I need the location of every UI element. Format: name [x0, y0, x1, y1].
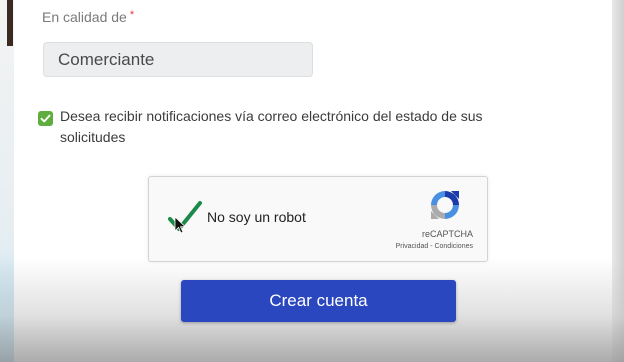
create-account-button[interactable]: Crear cuenta: [181, 280, 456, 322]
role-label-text: En calidad de: [42, 9, 127, 25]
recaptcha-logo-icon: [431, 191, 459, 219]
left-dark-bar: [7, 0, 13, 46]
role-field-label: En calidad de *: [42, 9, 134, 25]
right-edge: [612, 0, 624, 362]
recaptcha-brand: reCAPTCHA: [421, 229, 473, 239]
required-mark: *: [129, 9, 135, 21]
notification-checkbox[interactable]: [38, 111, 53, 126]
role-select-value: Comerciante: [58, 49, 155, 69]
recaptcha-label[interactable]: No soy un robot: [207, 209, 306, 225]
recaptcha-checkmark-icon[interactable]: [165, 195, 205, 235]
role-select[interactable]: Comerciante: [43, 42, 313, 77]
notification-label: Desea recibir notificaciones vía correo …: [60, 108, 483, 145]
check-icon: [40, 114, 51, 123]
recaptcha-links[interactable]: Privacidad - Condiciones: [396, 243, 473, 250]
recaptcha-widget: No soy un robot reCAPTCHA Privacidad - C…: [148, 176, 488, 262]
